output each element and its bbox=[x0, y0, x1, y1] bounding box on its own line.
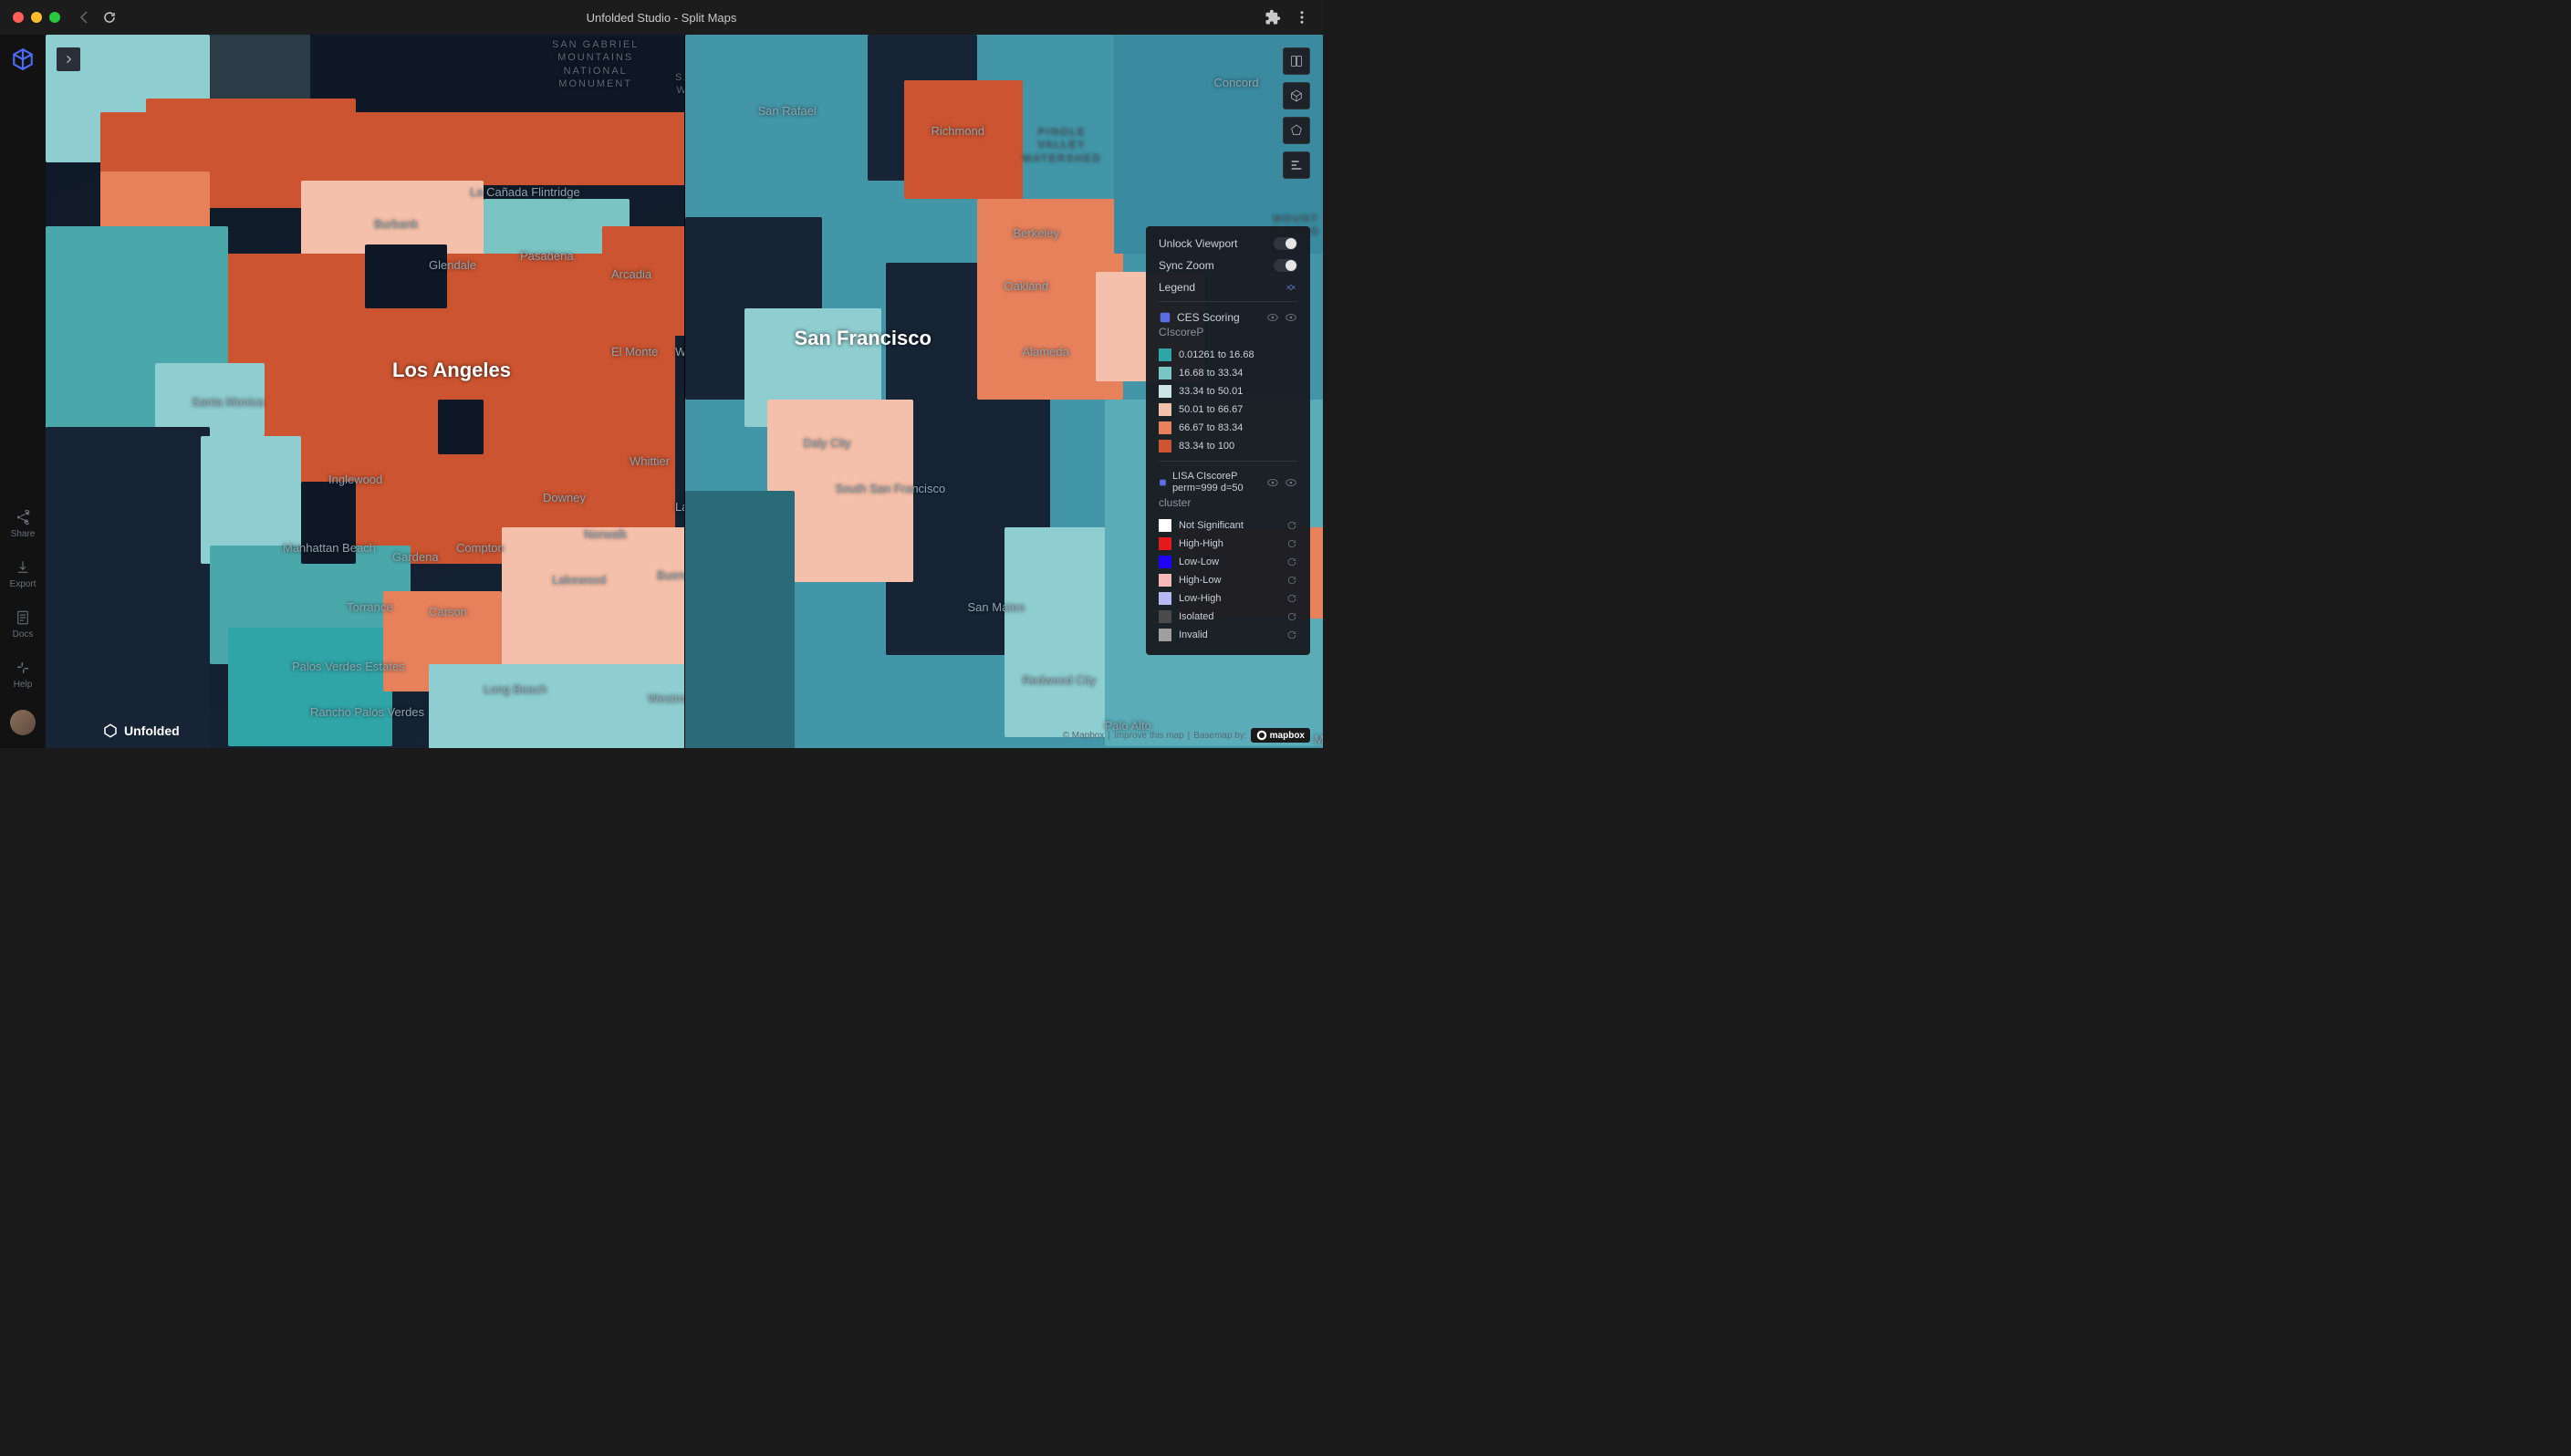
sidebar-label: Help bbox=[14, 680, 33, 690]
sidebar-label: Docs bbox=[13, 629, 34, 640]
legend-cluster-item: High-High bbox=[1159, 535, 1297, 553]
eye-icon[interactable] bbox=[1285, 476, 1297, 489]
eye-icon[interactable] bbox=[1266, 311, 1279, 324]
color-swatch bbox=[1159, 348, 1171, 361]
legend-cluster-item: Invalid bbox=[1159, 626, 1297, 644]
improve-map-link[interactable]: Improve this map bbox=[1114, 731, 1184, 741]
collapse-icon[interactable] bbox=[1285, 281, 1297, 294]
color-swatch bbox=[1159, 537, 1171, 550]
cube-icon bbox=[1289, 88, 1304, 103]
color-swatch bbox=[1159, 421, 1171, 434]
legend-ramp-item: 33.34 to 50.01 bbox=[1159, 382, 1297, 400]
layer-lisa: LISA CIscoreP perm=999 d=50 cluster Not … bbox=[1159, 461, 1297, 644]
legend-panel: Unlock Viewport Sync Zoom Legend bbox=[1146, 226, 1310, 655]
extension-icon[interactable] bbox=[1265, 9, 1281, 26]
legend-cluster-item: Low-High bbox=[1159, 589, 1297, 608]
color-swatch bbox=[1159, 610, 1171, 623]
legend-header: Legend bbox=[1159, 281, 1297, 294]
refresh-icon[interactable] bbox=[1286, 593, 1297, 604]
color-swatch bbox=[1159, 592, 1171, 605]
legend-ramp-item: 50.01 to 66.67 bbox=[1159, 400, 1297, 419]
3d-button[interactable] bbox=[1283, 82, 1310, 109]
unlock-viewport-toggle[interactable] bbox=[1274, 237, 1297, 250]
back-button[interactable] bbox=[77, 10, 91, 25]
sidebar-item-share[interactable]: Share bbox=[11, 509, 36, 539]
color-swatch bbox=[1159, 403, 1171, 416]
city-label: La H bbox=[675, 500, 685, 514]
layer-icon bbox=[1159, 311, 1171, 324]
city-label: La Cañada Flintridge bbox=[470, 185, 580, 199]
unfolded-logo-icon bbox=[102, 723, 119, 739]
refresh-icon[interactable] bbox=[1286, 556, 1297, 567]
map-pane-left[interactable]: SAN GABRIEL MOUNTAINS NATIONAL MONUMENT … bbox=[46, 35, 685, 748]
split-map-button[interactable] bbox=[1283, 47, 1310, 75]
book-icon bbox=[1289, 54, 1304, 68]
traffic-lights bbox=[13, 12, 60, 23]
sidebar-label: Export bbox=[10, 579, 36, 589]
window-title: Unfolded Studio - Split Maps bbox=[587, 11, 737, 25]
color-swatch bbox=[1159, 367, 1171, 380]
title-right bbox=[1265, 9, 1310, 26]
color-swatch bbox=[1159, 629, 1171, 641]
share-icon bbox=[15, 509, 31, 525]
maximize-window-button[interactable] bbox=[49, 12, 60, 23]
map-tools bbox=[1283, 47, 1310, 179]
titlebar: Unfolded Studio - Split Maps bbox=[0, 0, 1323, 35]
more-menu-icon[interactable] bbox=[1294, 9, 1310, 26]
download-icon bbox=[15, 559, 31, 576]
legend-toggle-button[interactable] bbox=[1283, 151, 1310, 179]
color-swatch bbox=[1159, 556, 1171, 568]
layer-icon bbox=[1159, 476, 1167, 489]
legend-ramp-item: 66.67 to 83.34 bbox=[1159, 419, 1297, 437]
mapbox-logo-icon bbox=[1256, 730, 1267, 741]
legend-cluster-item: Isolated bbox=[1159, 608, 1297, 626]
legend-ramp-item: 16.68 to 33.34 bbox=[1159, 364, 1297, 382]
sidebar-item-export[interactable]: Export bbox=[10, 559, 36, 589]
geocoder-button[interactable] bbox=[1283, 117, 1310, 144]
unfolded-brand-badge[interactable]: Unfolded bbox=[102, 723, 180, 739]
app-logo[interactable] bbox=[11, 47, 35, 71]
app-window: Unfolded Studio - Split Maps Share Expor… bbox=[0, 0, 1323, 748]
close-window-button[interactable] bbox=[13, 12, 24, 23]
user-avatar[interactable] bbox=[10, 710, 36, 735]
city-label: West bbox=[675, 345, 685, 359]
legend-ramp-item: 83.34 to 100 bbox=[1159, 437, 1297, 455]
sync-zoom-row: Sync Zoom bbox=[1159, 259, 1297, 272]
slack-icon bbox=[15, 660, 31, 676]
refresh-icon[interactable] bbox=[1286, 538, 1297, 549]
legend-cluster-item: Low-Low bbox=[1159, 553, 1297, 571]
legend-icon bbox=[1289, 158, 1304, 172]
reload-button[interactable] bbox=[102, 10, 117, 25]
color-swatch bbox=[1159, 385, 1171, 398]
color-swatch bbox=[1159, 440, 1171, 452]
legend-ramp-item: 0.01261 to 16.68 bbox=[1159, 346, 1297, 364]
expand-panel-button[interactable] bbox=[57, 47, 80, 71]
eye-icon[interactable] bbox=[1266, 476, 1279, 489]
map-pane-right[interactable]: PINOLE VALLEY WATERSHED MOUNT DIABLO San… bbox=[685, 35, 1324, 748]
sidebar-label: Share bbox=[11, 529, 36, 539]
color-swatch bbox=[1159, 519, 1171, 532]
map-container: SAN GABRIEL MOUNTAINS NATIONAL MONUMENT … bbox=[46, 35, 1323, 748]
polygon-icon bbox=[1289, 123, 1304, 138]
unlock-viewport-row: Unlock Viewport bbox=[1159, 237, 1297, 250]
sidebar: Share Export Docs Help bbox=[0, 35, 46, 748]
legend-cluster-item: Not Significant bbox=[1159, 516, 1297, 535]
sync-zoom-toggle[interactable] bbox=[1274, 259, 1297, 272]
minimize-window-button[interactable] bbox=[31, 12, 42, 23]
refresh-icon[interactable] bbox=[1286, 575, 1297, 586]
map-attribution: © Mapbox | Improve this map | Basemap by… bbox=[1063, 728, 1310, 743]
color-swatch bbox=[1159, 574, 1171, 587]
eye-icon[interactable] bbox=[1285, 311, 1297, 324]
refresh-icon[interactable] bbox=[1286, 629, 1297, 640]
chevron-right-icon bbox=[63, 54, 74, 65]
sidebar-item-docs[interactable]: Docs bbox=[13, 609, 34, 640]
mapbox-badge[interactable]: mapbox bbox=[1251, 728, 1310, 743]
legend-cluster-item: High-Low bbox=[1159, 571, 1297, 589]
layer-ces-scoring: CES Scoring CIscoreP 0.01261 to 16.6816.… bbox=[1159, 301, 1297, 455]
sidebar-item-help[interactable]: Help bbox=[14, 660, 33, 690]
refresh-icon[interactable] bbox=[1286, 611, 1297, 622]
docs-icon bbox=[15, 609, 31, 626]
refresh-icon[interactable] bbox=[1286, 520, 1297, 531]
nav-controls bbox=[77, 10, 117, 25]
